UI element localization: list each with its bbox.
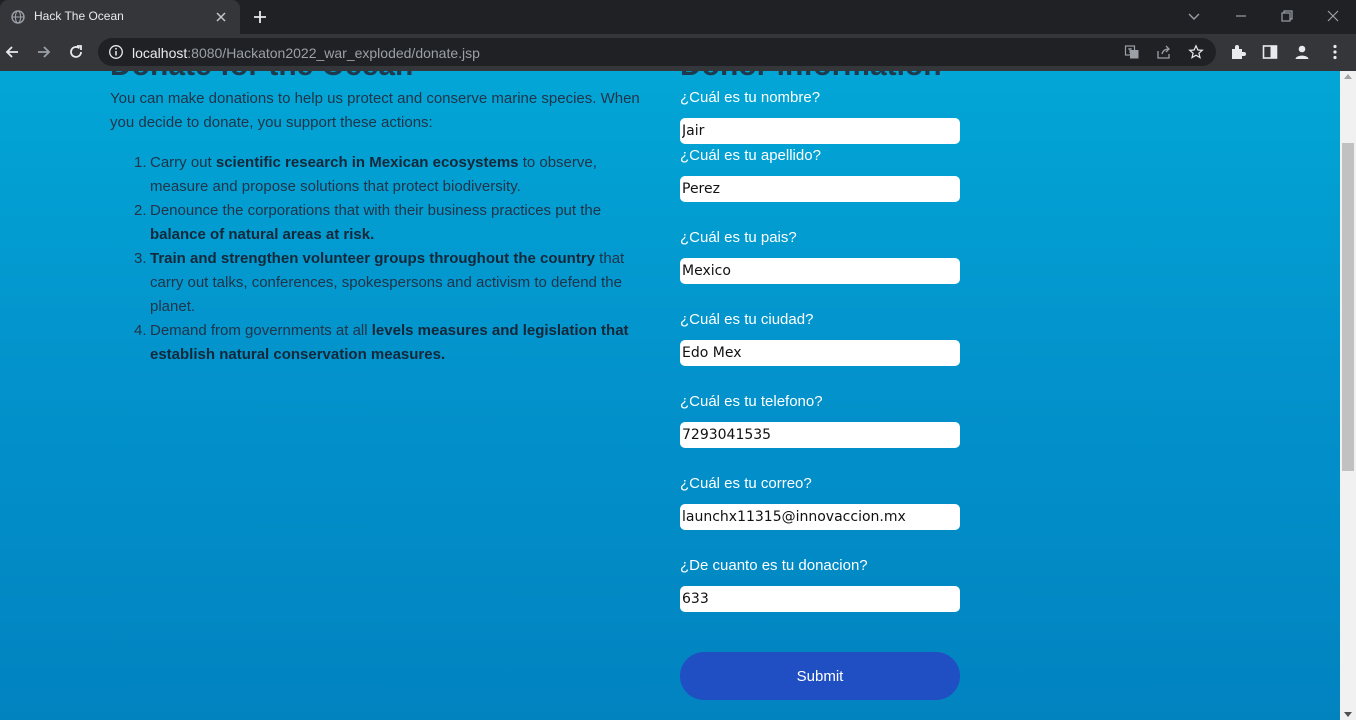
close-icon[interactable]: [214, 10, 228, 24]
apellido-input[interactable]: [680, 176, 960, 202]
window-close-icon[interactable]: [1325, 8, 1341, 24]
item-emphasis: scientific research in Mexican ecosystem…: [215, 154, 519, 171]
correo-input[interactable]: [680, 504, 960, 530]
telefono-input[interactable]: [680, 422, 960, 448]
info-icon[interactable]: [108, 44, 124, 60]
page-heading: Donate for the Ocean: [110, 71, 413, 83]
scroll-thumb[interactable]: [1342, 143, 1354, 471]
list-number: 4.: [134, 322, 147, 339]
pais-input[interactable]: [680, 258, 960, 284]
donacion-input[interactable]: [680, 586, 960, 612]
ciudad-label: ¿Cuál es tu ciudad?: [680, 311, 814, 328]
submit-button[interactable]: Submit: [680, 652, 960, 700]
tab-title: Hack The Ocean: [34, 9, 124, 23]
list-number: 1.: [134, 154, 147, 171]
page-scrollbar[interactable]: [1340, 71, 1356, 720]
ciudad-input[interactable]: [680, 340, 960, 366]
intro-paragraph: You can make donations to help us protec…: [110, 90, 640, 131]
item-text: Demand from governments at all: [150, 322, 372, 339]
page-content: Donate for the Ocean Donor information Y…: [0, 71, 1340, 720]
plus-icon[interactable]: [251, 8, 269, 26]
correo-label: ¿Cuál es tu correo?: [680, 475, 812, 492]
apellido-label: ¿Cuál es tu apellido?: [680, 147, 821, 164]
scroll-up-arrow-icon[interactable]: [1344, 74, 1352, 79]
item-text: Carry out: [150, 154, 216, 171]
url-text[interactable]: localhost:8080/Hackaton2022_war_exploded…: [132, 45, 480, 61]
translate-icon[interactable]: [1124, 44, 1140, 60]
share-icon[interactable]: [1156, 44, 1172, 60]
list-item: 4. Demand from governments at all levels …: [110, 319, 650, 367]
forward-icon[interactable]: [35, 43, 53, 61]
donacion-label: ¿De cuanto es tu donacion?: [680, 557, 868, 574]
star-icon[interactable]: [1188, 44, 1204, 60]
menu-icon[interactable]: [1326, 43, 1344, 61]
nombre-input[interactable]: [680, 118, 960, 144]
list-item: 2. Denounce the corporations that with th…: [110, 199, 650, 247]
list-number: 3.: [134, 250, 147, 267]
restore-icon[interactable]: [1279, 8, 1295, 24]
tab-strip: Hack The Ocean: [0, 0, 1356, 34]
globe-icon: [11, 10, 25, 24]
nombre-label: ¿Cuál es tu nombre?: [680, 89, 821, 106]
item-emphasis: Train and strengthen volunteer groups th…: [150, 250, 596, 267]
browser-toolbar: localhost:8080/Hackaton2022_war_exploded…: [0, 34, 1356, 71]
extensions-icon[interactable]: [1229, 43, 1247, 61]
address-bar[interactable]: localhost:8080/Hackaton2022_war_exploded…: [98, 38, 1216, 66]
item-emphasis: balance of natural areas at risk.: [150, 226, 375, 243]
pais-label: ¿Cuál es tu pais?: [680, 229, 797, 246]
scroll-down-arrow-icon[interactable]: [1344, 712, 1352, 717]
url-path: :8080/Hackaton2022_war_exploded/donate.j…: [187, 45, 480, 61]
actions-list: 1. Carry out scientific research in Mexic…: [110, 151, 650, 367]
form-heading: Donor information: [680, 71, 942, 83]
reload-icon[interactable]: [67, 43, 85, 61]
list-item: 3. Train and strengthen volunteer groups …: [110, 247, 650, 319]
browser-tab[interactable]: Hack The Ocean: [0, 0, 240, 34]
telefono-label: ¿Cuál es tu telefono?: [680, 393, 823, 410]
back-icon[interactable]: [3, 43, 21, 61]
list-number: 2.: [134, 202, 147, 219]
minimize-icon[interactable]: [1233, 8, 1249, 24]
chevron-down-icon[interactable]: [1186, 8, 1202, 24]
side-panel-icon[interactable]: [1261, 43, 1279, 61]
url-host: localhost: [132, 45, 188, 61]
profile-icon[interactable]: [1293, 43, 1311, 61]
list-item: 1. Carry out scientific research in Mexic…: [110, 151, 650, 199]
item-text: Denounce the corporations that with thei…: [150, 202, 602, 219]
